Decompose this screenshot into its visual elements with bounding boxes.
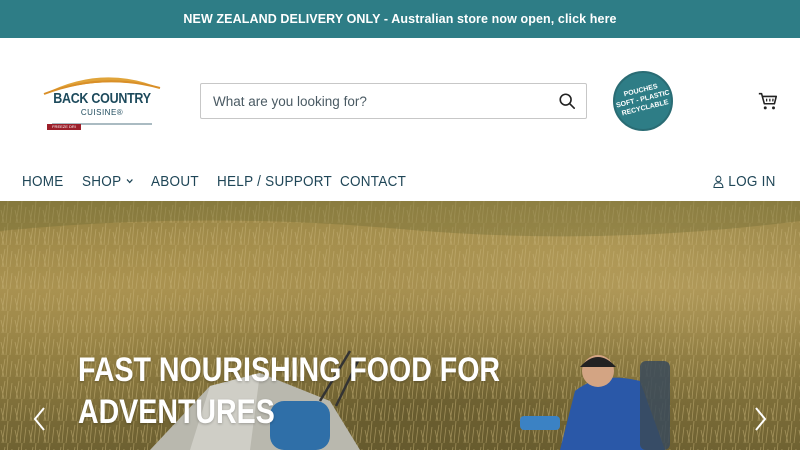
nav-item-label: CONTACT — [340, 172, 407, 190]
nav-item-label: SHOP — [82, 172, 122, 190]
chevron-right-icon[interactable] — [751, 406, 769, 432]
hero-title-line: ADVENTURES — [78, 393, 275, 431]
main-nav: HOME SHOP ABOUT HELP / SUPPORT CONTACT L… — [0, 163, 800, 201]
user-icon — [713, 175, 724, 188]
search-box — [200, 83, 587, 119]
nav-home[interactable]: HOME — [22, 170, 64, 192]
chevron-left-icon[interactable] — [31, 406, 49, 432]
nav-item-label: ABOUT — [151, 172, 199, 190]
logo-tag: FREEZE DRI — [47, 124, 81, 130]
hero-title-line: FAST NOURISHING FOOD FOR — [78, 351, 501, 389]
search-input[interactable] — [201, 84, 541, 118]
nav-help-support[interactable]: HELP / SUPPORT — [217, 170, 332, 192]
chevron-down-icon — [126, 179, 133, 184]
nav-item-label: HOME — [22, 172, 64, 190]
search-icon[interactable] — [558, 92, 576, 110]
site-header: BACK COUNTRY CUISINE® FREEZE DRI POUCHES… — [0, 38, 800, 163]
logo-name: BACK COUNTRY — [53, 91, 151, 107]
nav-about[interactable]: ABOUT — [151, 170, 199, 192]
nav-shop[interactable]: SHOP — [82, 170, 133, 192]
announcement-bar[interactable]: NEW ZEALAND DELIVERY ONLY - Australian s… — [0, 0, 800, 38]
logo-subtitle: CUISINE® — [80, 108, 124, 117]
login-link[interactable]: LOG IN — [713, 170, 776, 192]
nav-contact[interactable]: CONTACT — [340, 170, 406, 192]
hero-slider: FAST NOURISHING FOOD FOR ADVENTURES — [0, 201, 800, 450]
nav-item-label: HELP / SUPPORT — [217, 172, 333, 190]
hero-title: FAST NOURISHING FOOD FOR ADVENTURES — [78, 349, 501, 433]
login-label: LOG IN — [728, 172, 776, 190]
recyclable-badge: POUCHES SOFT - PLASTIC RECYCLABLE — [613, 71, 673, 131]
cart-icon[interactable] — [757, 90, 779, 112]
